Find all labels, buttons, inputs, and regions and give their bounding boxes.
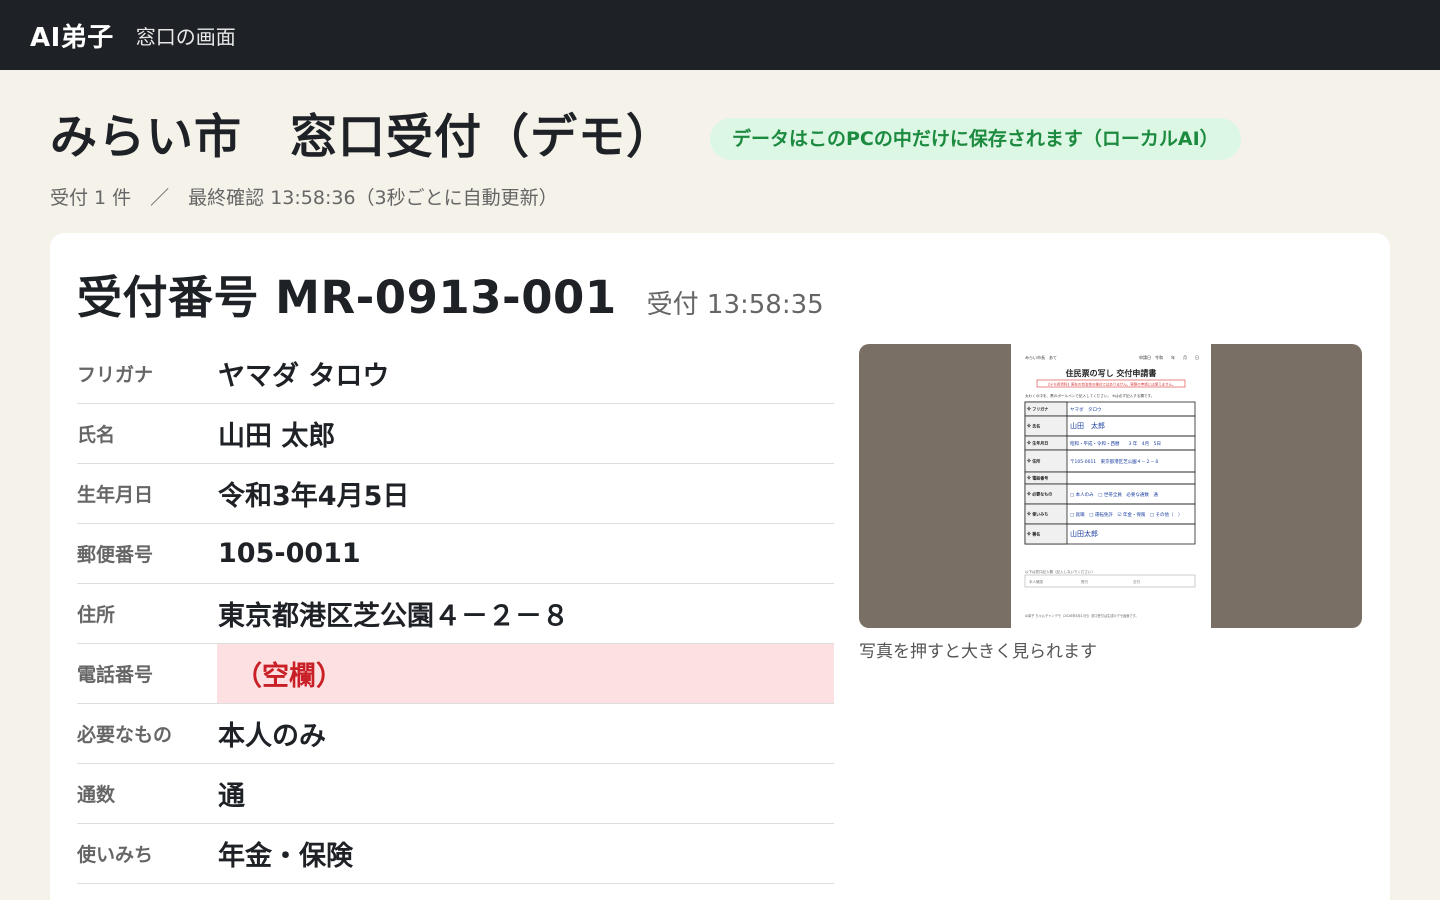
doc-row-label: ※ フリガナ	[1027, 406, 1048, 412]
doc-text: 住民票の写し 交付申請書	[1066, 368, 1157, 378]
application-photo[interactable]: みらい市長 あて 申請日 令和 年 月 日 住民票の写し 交付申請書 【デモ用資…	[859, 344, 1362, 628]
brand-logo: AI弟子	[30, 22, 114, 53]
photo-column: みらい市長 あて 申請日 令和 年 月 日 住民票の写し 交付申請書 【デモ用資…	[859, 344, 1362, 900]
screen-name: 窓口の画面	[135, 24, 236, 49]
field-value-empty: （空欄）	[217, 644, 834, 703]
field-row: 住所 東京都港区芝公園４－２－８	[77, 584, 834, 644]
doc-row-label: ※ 氏名	[1027, 423, 1040, 429]
photo-caption: 写真を押すと大きく見られます	[859, 642, 1097, 662]
field-value: 令和3年4月5日	[218, 481, 410, 512]
doc-row-value: 山田 太郎	[1070, 421, 1105, 430]
field-label: フリガナ	[77, 364, 154, 386]
doc-row-value: 〒105-0011 東京都港区芝公園４－２－８	[1070, 458, 1159, 465]
field-row: 郵便番号 105-0011	[77, 524, 834, 584]
field-row: 使いみち 年金・保険	[77, 824, 834, 884]
field-label: 氏名	[77, 424, 116, 446]
main-content: みらい市 窓口受付（デモ） データはこのPCの中だけに保存されます（ローカルAI…	[0, 70, 1440, 900]
doc-row-value: □ 就職 □ 運転免許 ☑ 年金・保険 □ その他（ ）	[1070, 511, 1183, 518]
doc-text: AI弟子 ちゃんチャンデモ（2026年6月13日）窓口受付は生成のデモ画面です。	[1025, 613, 1139, 618]
title-row: みらい市 窓口受付（デモ） データはこのPCの中だけに保存されます（ローカルAI…	[50, 70, 1390, 185]
field-row: フリガナ ヤマダ タロウ	[77, 344, 834, 404]
doc-row-value: 昭和・平成・令和・西暦 3 年 4月 5日	[1070, 440, 1161, 447]
field-label: 郵便番号	[77, 544, 154, 566]
doc-row-label: ※ 電話番号	[1027, 475, 1048, 481]
top-bar: AI弟子 窓口の画面	[0, 0, 1440, 70]
doc-text: 申請日 令和 年 月 日	[1139, 354, 1199, 360]
field-value: 105-0011	[218, 538, 361, 569]
field-label: 生年月日	[77, 484, 154, 506]
field-label: 通数	[77, 784, 116, 806]
field-value: 通	[218, 781, 245, 812]
doc-row-label: ※ 住所	[1027, 458, 1040, 464]
doc-office-field: 交付	[1133, 579, 1141, 584]
field-value: 本人のみ	[218, 721, 326, 752]
doc-text: 以下は窓口記入欄（記入しないでください）	[1025, 569, 1095, 574]
field-label: 使いみち	[77, 844, 154, 866]
card-header: 受付番号 MR-0913-001 受付 13:58:35	[77, 261, 1363, 326]
field-label: 署名	[77, 884, 217, 900]
field-value: 年金・保険	[218, 841, 353, 872]
local-storage-badge: データはこのPCの中だけに保存されます（ローカルAI）	[710, 117, 1241, 160]
field-value: 山田 太郎	[218, 421, 336, 452]
field-row: 通数 通	[77, 764, 834, 824]
field-row: 必要なもの 本人のみ	[77, 704, 834, 764]
doc-row-label: ※ 使いみち	[1027, 511, 1048, 517]
status-line: 受付 1 件 ／ 最終確認 13:58:36（3秒ごとに自動更新）	[50, 187, 558, 209]
field-row: 署名あり	[77, 884, 834, 900]
doc-text: みらい市長 あて	[1025, 354, 1057, 360]
field-row: 電話番号 （空欄）	[77, 644, 834, 704]
field-label: 必要なもの	[77, 724, 173, 746]
field-list: フリガナ ヤマダ タロウ氏名 山田 太郎生年月日 令和3年4月5日郵便番号 105-00…	[77, 344, 834, 900]
receipt-number: 受付番号 MR-0913-001	[77, 271, 617, 324]
field-value: あり	[217, 884, 834, 900]
doc-row-value: ヤマダ タロウ	[1070, 406, 1102, 413]
field-label: 電話番号	[77, 664, 154, 686]
field-label: 住所	[77, 604, 116, 626]
field-value: 東京都港区芝公園４－２－８	[218, 601, 569, 632]
doc-row-label: ※ 署名	[1027, 531, 1040, 537]
application-form-image: みらい市長 あて 申請日 令和 年 月 日 住民票の写し 交付申請書 【デモ用資…	[1011, 344, 1211, 628]
doc-row-value: □ 本人のみ □ 世帯全員 必要な通数 通	[1070, 491, 1158, 498]
field-row: 生年月日 令和3年4月5日	[77, 464, 834, 524]
doc-row-label: ※ 必要なもの	[1027, 491, 1052, 497]
doc-row-value: 山田太郎	[1070, 529, 1098, 538]
doc-row-label: ※ 生年月日	[1027, 440, 1048, 446]
card-body: フリガナ ヤマダ タロウ 氏名 山田 太郎 生年月日 令和3年4月5日 郵便番号 105-00…	[77, 344, 1363, 900]
doc-office-field: 受付	[1081, 579, 1089, 584]
receipt-card: 受付番号 MR-0913-001 受付 13:58:35 フリガナ ヤマダ タロウ…	[50, 233, 1390, 900]
doc-text: 【デモ用資料】実在の自治体の様式ではありません。実際の申請には使えません。	[1046, 382, 1175, 387]
page-title: みらい市 窓口受付（デモ）	[50, 110, 674, 165]
field-value: ヤマダ タロウ	[218, 361, 390, 392]
doc-text: 太わくの中を、黒のボールペンで記入してください。 ※は必ず記入する欄です。	[1025, 393, 1154, 398]
received-time: 受付 13:58:35	[646, 290, 824, 320]
field-row: 氏名 山田 太郎	[77, 404, 834, 464]
doc-office-field: 本人確認	[1029, 579, 1044, 584]
